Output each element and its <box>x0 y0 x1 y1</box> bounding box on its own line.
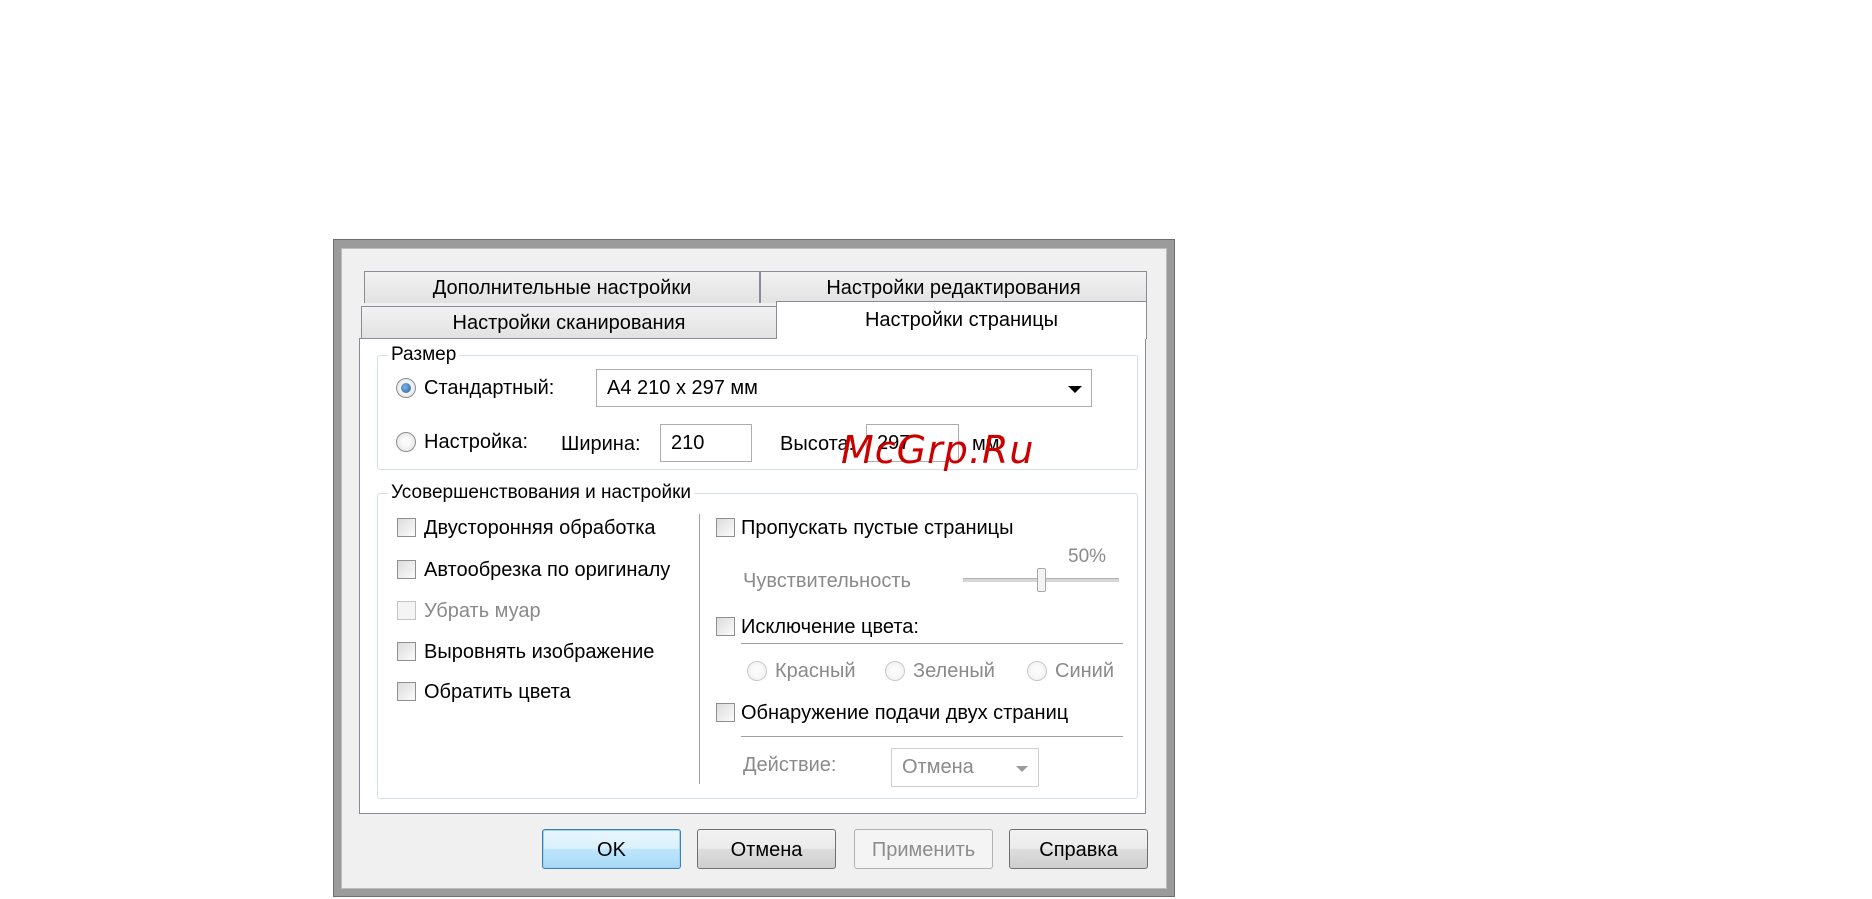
skip-blank-label: Пропускать пустые страницы <box>741 517 1014 539</box>
cancel-button[interactable]: Отмена <box>697 829 836 869</box>
invert-colors-checkbox[interactable] <box>397 682 416 701</box>
enhancements-group-legend: Усовершенствования и настройки <box>388 482 694 504</box>
color-green-radio <box>885 661 905 681</box>
custom-size-radio[interactable] <box>396 432 416 452</box>
tab-scan-settings[interactable]: Настройки сканирования <box>361 306 777 338</box>
color-blue-label: Синий <box>1055 660 1115 682</box>
invert-colors-label: Обратить цвета <box>424 681 571 703</box>
tab-page-settings[interactable]: Настройки страницы <box>776 301 1147 339</box>
autocrop-label: Автообрезка по оригиналу <box>424 559 671 581</box>
sensitivity-value: 50% <box>1068 546 1107 567</box>
watermark: McGrp.Ru <box>841 428 1035 472</box>
double-feed-checkbox[interactable] <box>716 703 735 722</box>
color-drop-separator <box>741 643 1123 644</box>
color-red-label: Красный <box>775 660 856 682</box>
action-value: Отмена <box>902 756 974 778</box>
width-field[interactable]: 210 <box>660 424 752 462</box>
sensitivity-slider-thumb[interactable] <box>1037 568 1046 592</box>
standard-size-value: A4 210 x 297 мм <box>607 377 758 399</box>
double-feed-separator <box>741 736 1123 737</box>
color-drop-checkbox[interactable] <box>716 617 735 636</box>
standard-size-radio[interactable] <box>396 378 416 398</box>
tab-edit-settings[interactable]: Настройки редактирования <box>760 271 1147 303</box>
action-dropdown: Отмена <box>891 748 1039 787</box>
duplex-label: Двусторонняя обработка <box>424 517 656 539</box>
color-drop-label: Исключение цвета: <box>741 616 919 638</box>
color-blue-radio <box>1027 661 1047 681</box>
descreen-checkbox <box>397 601 416 620</box>
help-button[interactable]: Справка <box>1009 829 1148 869</box>
autocrop-checkbox[interactable] <box>397 560 416 579</box>
descreen-label: Убрать муар <box>424 600 541 622</box>
deskew-checkbox[interactable] <box>397 642 416 661</box>
sensitivity-label: Чувствительность <box>743 570 911 592</box>
standard-size-dropdown[interactable]: A4 210 x 297 мм <box>596 369 1092 407</box>
color-red-radio <box>747 661 767 681</box>
action-label: Действие: <box>743 754 837 776</box>
ok-button[interactable]: OK <box>542 829 681 869</box>
duplex-checkbox[interactable] <box>397 518 416 537</box>
standard-size-label: Стандартный: <box>424 377 555 399</box>
width-label: Ширина: <box>561 433 641 455</box>
deskew-label: Выровнять изображение <box>424 641 655 663</box>
column-divider <box>699 514 700 784</box>
custom-size-label: Настройка: <box>424 431 529 453</box>
chevron-down-icon <box>1016 766 1028 772</box>
size-group-legend: Размер <box>388 344 460 366</box>
tab-advanced-settings[interactable]: Дополнительные настройки <box>364 271 760 303</box>
color-green-label: Зеленый <box>913 660 995 682</box>
apply-button: Применить <box>854 829 993 869</box>
double-feed-label: Обнаружение подачи двух страниц <box>741 702 1069 724</box>
skip-blank-checkbox[interactable] <box>716 518 735 537</box>
chevron-down-icon[interactable] <box>1068 386 1082 393</box>
